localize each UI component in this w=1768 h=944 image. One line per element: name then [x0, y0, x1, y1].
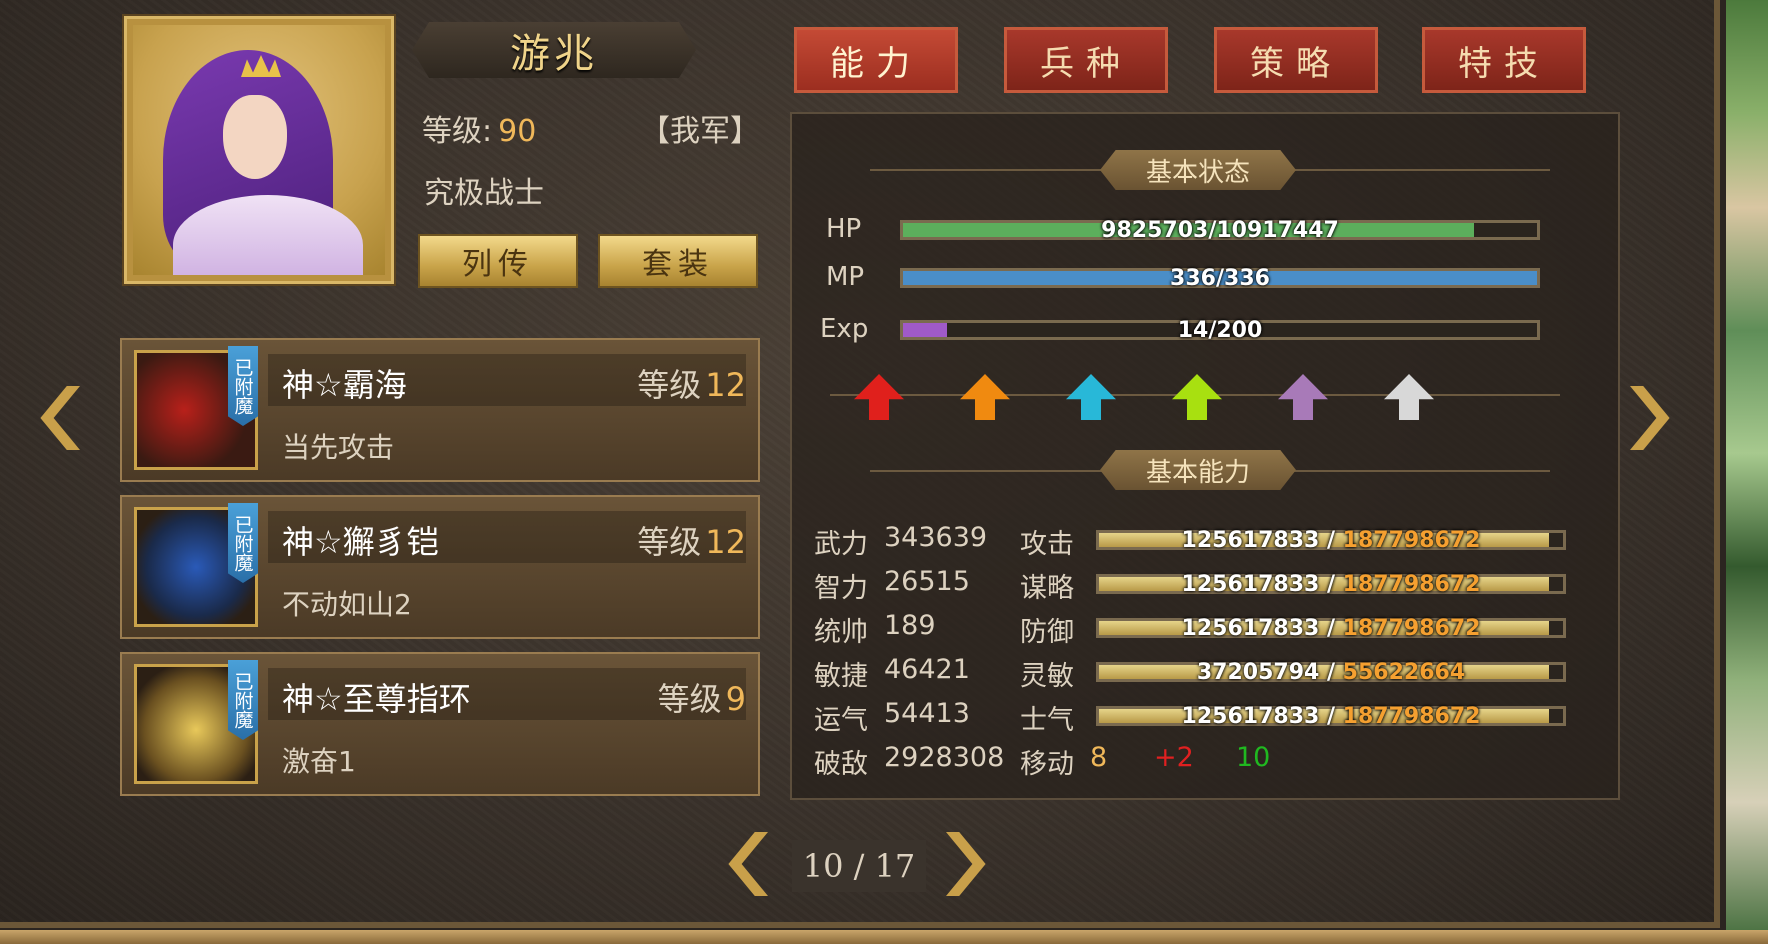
derived-stat-text: 125617833 / 187798672: [1099, 704, 1563, 729]
exp-text: 14/200: [1177, 318, 1263, 343]
class-label: 究极战士: [424, 176, 544, 211]
basic-status-title: 基本状态: [1100, 150, 1296, 190]
derived-stat-label: 谋略: [1020, 573, 1074, 604]
stat-value: 343639: [884, 522, 988, 553]
stat-value: 2928308: [884, 742, 1005, 773]
page-indicator: 10 / 17: [792, 840, 926, 892]
derived-stat-max: 187798672: [1342, 572, 1481, 597]
hp-label: HP: [826, 214, 862, 244]
stat-value: 46421: [884, 654, 970, 685]
equipment-slot-accessory[interactable]: 已附魔 神☆至尊指环 等级 9 激奋1: [120, 652, 760, 796]
derived-stat-bar: 37205794 / 55622664: [1096, 660, 1566, 685]
exp-bar: 14/200: [900, 318, 1540, 343]
equipment-skill: 当先攻击: [282, 431, 395, 464]
stat-value: 54413: [884, 698, 970, 729]
equipment-skill: 不动如山2: [282, 588, 412, 621]
derived-stat-text: 125617833 / 187798672: [1099, 572, 1563, 597]
stat-label: 破敌: [814, 749, 868, 780]
stat-label: 统帅: [814, 617, 868, 648]
basic-ability-title: 基本能力: [1100, 450, 1296, 490]
stat-value: 189: [884, 610, 936, 641]
derived-stat-label: 灵敏: [1020, 661, 1074, 692]
derived-stat-bar: 125617833 / 187798672: [1096, 572, 1566, 597]
derived-stat-max: 187798672: [1342, 528, 1481, 553]
derived-stat-max: 187798672: [1342, 616, 1481, 641]
level-row: 等级: 90: [422, 106, 536, 150]
derived-stat-text: 37205794 / 55622664: [1099, 660, 1563, 685]
enchanted-tag: 已附魔: [228, 346, 258, 426]
mp-label: MP: [826, 262, 865, 292]
equipment-level-value: 9: [725, 680, 746, 718]
equipment-slot-armor[interactable]: 已附魔 神☆獬豸铠 等级 12 不动如山2: [120, 495, 760, 639]
hp-text: 9825703/10917447: [1101, 218, 1339, 243]
background-map-strip: [1726, 0, 1768, 944]
character-portrait: [124, 16, 394, 284]
character-name-plate: 游兆: [412, 22, 696, 78]
enchanted-tag: 已附魔: [228, 503, 258, 583]
stat-label: 智力: [814, 573, 868, 604]
tab-troop-type[interactable]: 兵种: [1004, 27, 1168, 93]
equipment-name: 神☆霸海: [282, 366, 407, 404]
move-base: 8: [1090, 742, 1108, 773]
enchanted-tag: 已附魔: [228, 660, 258, 740]
equipment-level-value: 12: [705, 523, 746, 561]
move-total: 10: [1236, 742, 1271, 773]
stat-label: 运气: [814, 705, 868, 736]
exp-label: Exp: [820, 314, 869, 344]
equipment-level-value: 12: [705, 366, 746, 404]
equipment-level: 等级 12: [637, 360, 746, 406]
derived-stat-current: 37205794 /: [1196, 660, 1343, 685]
derived-stat-label: 防御: [1020, 617, 1074, 648]
derived-stat-label: 士气: [1020, 705, 1074, 736]
stat-label: 武力: [814, 529, 868, 560]
outfit-button[interactable]: 套装: [598, 234, 758, 288]
level-value: 90: [498, 114, 537, 149]
bottom-border: [0, 930, 1768, 944]
equipment-skill: 激奋1: [282, 745, 356, 778]
tab-strategy[interactable]: 策略: [1214, 27, 1378, 93]
mp-text: 336/336: [1170, 266, 1270, 291]
equipment-level-label: 等级: [657, 680, 722, 718]
level-label: 等级:: [422, 114, 493, 149]
derived-stat-text: 125617833 / 187798672: [1099, 616, 1563, 641]
hp-bar: 9825703/10917447: [900, 218, 1540, 243]
character-name: 游兆: [510, 31, 598, 77]
stat-label: 敏捷: [814, 661, 868, 692]
tab-ability[interactable]: 能力: [794, 27, 958, 93]
stat-value: 26515: [884, 566, 970, 597]
derived-stat-current: 125617833 /: [1181, 572, 1343, 597]
derived-stat-bar: 125617833 / 187798672: [1096, 616, 1566, 641]
derived-stat-text: 125617833 / 187798672: [1099, 528, 1563, 553]
equipment-name: 神☆至尊指环: [282, 680, 471, 718]
derived-stat-current: 125617833 /: [1181, 528, 1343, 553]
derived-stat-label: 攻击: [1020, 529, 1074, 560]
equipment-level-label: 等级: [637, 366, 702, 404]
mp-bar: 336/336: [900, 266, 1540, 291]
equipment-slot-weapon[interactable]: 已附魔 神☆霸海 等级 12 当先攻击: [120, 338, 760, 482]
equipment-name: 神☆獬豸铠: [282, 523, 439, 561]
derived-stat-current: 125617833 /: [1181, 616, 1343, 641]
derived-stat-current: 125617833 /: [1181, 704, 1343, 729]
faction-label: 【我军】: [640, 114, 760, 149]
move-bonus: +2: [1154, 742, 1194, 773]
equipment-level: 等级 9: [658, 674, 746, 720]
derived-stat-max: 187798672: [1342, 704, 1481, 729]
derived-stat-bar: 125617833 / 187798672: [1096, 528, 1566, 553]
equipment-level: 等级 12: [637, 517, 746, 563]
biography-button[interactable]: 列传: [418, 234, 578, 288]
derived-stat-bar: 125617833 / 187798672: [1096, 704, 1566, 729]
move-label: 移动: [1020, 749, 1074, 780]
tab-special-skill[interactable]: 特技: [1422, 27, 1586, 93]
equipment-level-label: 等级: [637, 523, 702, 561]
derived-stat-max: 55622664: [1342, 660, 1466, 685]
